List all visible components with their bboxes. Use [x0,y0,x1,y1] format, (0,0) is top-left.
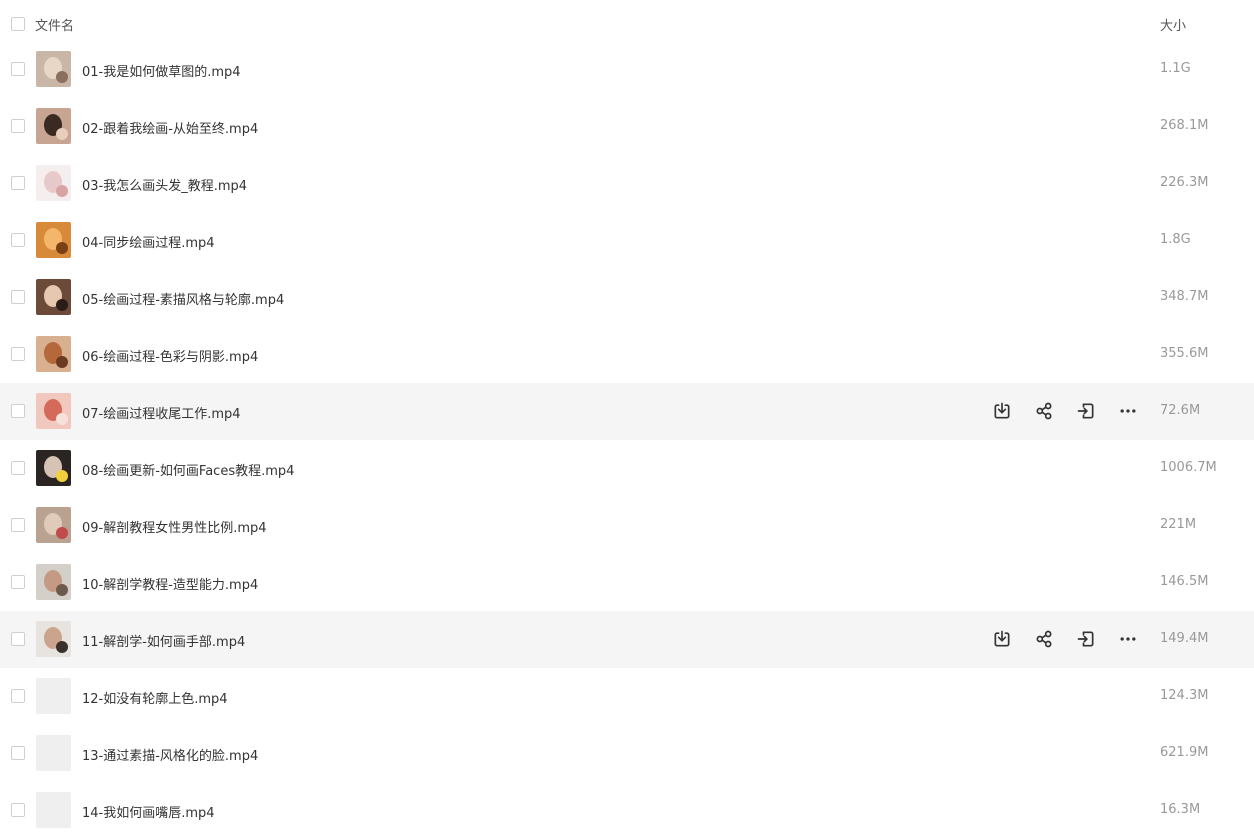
file-row[interactable]: 05-绘画过程-素描风格与轮廓.mp4 348.7M [0,269,1254,326]
video-thumbnail[interactable] [36,450,71,486]
file-row[interactable]: 13-通过素描-风格化的脸.mp4 621.9M [0,725,1254,782]
file-row[interactable]: 06-绘画过程-色彩与阴影.mp4 355.6M [0,326,1254,383]
file-row[interactable]: 04-同步绘画过程.mp4 1.8G [0,212,1254,269]
file-list: 01-我是如何做草图的.mp4 1.1G 02-跟着我绘画-从始至终.mp4 268.… [0,41,1254,839]
file-size: 221M [1160,517,1197,532]
file-row[interactable]: 08-绘画更新-如何画Faces教程.mp4 1006.7M [0,440,1254,497]
thumbnail-detail [56,470,68,482]
thumbnail-detail [56,527,68,539]
file-size: 1.1G [1160,61,1191,76]
thumbnail-detail [56,185,68,197]
thumbnail-detail [56,356,68,368]
download-icon[interactable] [990,627,1014,651]
video-thumbnail[interactable] [36,279,71,315]
more-icon[interactable] [1116,399,1140,423]
file-size: 146.5M [1160,574,1209,589]
row-actions [990,399,1140,423]
file-name[interactable]: 10-解剖学教程-造型能力.mp4 [82,574,258,593]
file-row[interactable]: 07-绘画过程收尾工作.mp4 72.6M [0,383,1254,440]
thumbnail-detail [56,299,68,311]
file-size: 348.7M [1160,289,1209,304]
file-size: 124.3M [1160,688,1209,703]
thumbnail-detail [56,242,68,254]
row-checkbox[interactable] [11,518,25,532]
file-row[interactable]: 11-解剖学-如何画手部.mp4 149.4M [0,611,1254,668]
file-name[interactable]: 08-绘画更新-如何画Faces教程.mp4 [82,460,294,479]
file-name[interactable]: 06-绘画过程-色彩与阴影.mp4 [82,346,258,365]
row-checkbox[interactable] [11,404,25,418]
video-thumbnail[interactable] [36,564,71,600]
thumbnail-detail [56,71,68,83]
thumbnail-detail [56,584,68,596]
file-name[interactable]: 12-如没有轮廓上色.mp4 [82,688,228,707]
thumbnail-detail [56,698,68,710]
row-actions [990,627,1140,651]
file-row[interactable]: 10-解剖学教程-造型能力.mp4 146.5M [0,554,1254,611]
video-thumbnail[interactable] [36,621,71,657]
video-thumbnail[interactable] [36,222,71,258]
file-name[interactable]: 05-绘画过程-素描风格与轮廓.mp4 [82,289,284,308]
video-thumbnail[interactable] [36,792,71,828]
file-row[interactable]: 03-我怎么画头发_教程.mp4 226.3M [0,155,1254,212]
row-checkbox[interactable] [11,746,25,760]
thumbnail-detail [56,641,68,653]
video-thumbnail[interactable] [36,507,71,543]
file-row[interactable]: 14-我如何画嘴唇.mp4 16.3M [0,782,1254,839]
file-name[interactable]: 02-跟着我绘画-从始至终.mp4 [82,118,258,137]
file-name[interactable]: 04-同步绘画过程.mp4 [82,232,215,251]
row-checkbox[interactable] [11,575,25,589]
video-thumbnail[interactable] [36,165,71,201]
file-name[interactable]: 07-绘画过程收尾工作.mp4 [82,403,241,422]
row-checkbox[interactable] [11,632,25,646]
column-header-filename[interactable]: 文件名 [35,15,74,34]
file-size: 268.1M [1160,118,1209,133]
thumbnail-detail [56,755,68,767]
move-icon[interactable] [1074,627,1098,651]
video-thumbnail[interactable] [36,108,71,144]
file-row[interactable]: 12-如没有轮廓上色.mp4 124.3M [0,668,1254,725]
move-icon[interactable] [1074,399,1098,423]
video-thumbnail[interactable] [36,51,71,87]
row-checkbox[interactable] [11,290,25,304]
thumbnail-detail [56,128,68,140]
file-row[interactable]: 02-跟着我绘画-从始至终.mp4 268.1M [0,98,1254,155]
video-thumbnail[interactable] [36,393,71,429]
download-icon[interactable] [990,399,1014,423]
file-size: 149.4M [1160,631,1209,646]
row-checkbox[interactable] [11,803,25,817]
row-checkbox[interactable] [11,62,25,76]
thumbnail-detail [56,413,68,425]
row-checkbox[interactable] [11,689,25,703]
column-header-size[interactable]: 大小 [1160,15,1186,34]
video-thumbnail[interactable] [36,336,71,372]
file-name[interactable]: 14-我如何画嘴唇.mp4 [82,802,215,821]
row-checkbox[interactable] [11,176,25,190]
share-icon[interactable] [1032,399,1056,423]
video-thumbnail[interactable] [36,735,71,771]
file-name[interactable]: 03-我怎么画头发_教程.mp4 [82,175,247,194]
file-name[interactable]: 11-解剖学-如何画手部.mp4 [82,631,245,650]
file-size: 621.9M [1160,745,1209,760]
file-name[interactable]: 09-解剖教程女性男性比例.mp4 [82,517,267,536]
row-checkbox[interactable] [11,233,25,247]
file-size: 226.3M [1160,175,1209,190]
file-name[interactable]: 01-我是如何做草图的.mp4 [82,61,241,80]
file-size: 355.6M [1160,346,1209,361]
row-checkbox[interactable] [11,119,25,133]
file-size: 1.8G [1160,232,1191,247]
select-all-checkbox[interactable] [11,17,25,31]
thumbnail-detail [56,812,68,824]
video-thumbnail[interactable] [36,678,71,714]
row-checkbox[interactable] [11,461,25,475]
file-size: 72.6M [1160,403,1201,418]
file-row[interactable]: 09-解剖教程女性男性比例.mp4 221M [0,497,1254,554]
file-row[interactable]: 01-我是如何做草图的.mp4 1.1G [0,41,1254,98]
file-size: 1006.7M [1160,460,1217,475]
file-size: 16.3M [1160,802,1201,817]
file-name[interactable]: 13-通过素描-风格化的脸.mp4 [82,745,258,764]
share-icon[interactable] [1032,627,1056,651]
more-icon[interactable] [1116,627,1140,651]
row-checkbox[interactable] [11,347,25,361]
